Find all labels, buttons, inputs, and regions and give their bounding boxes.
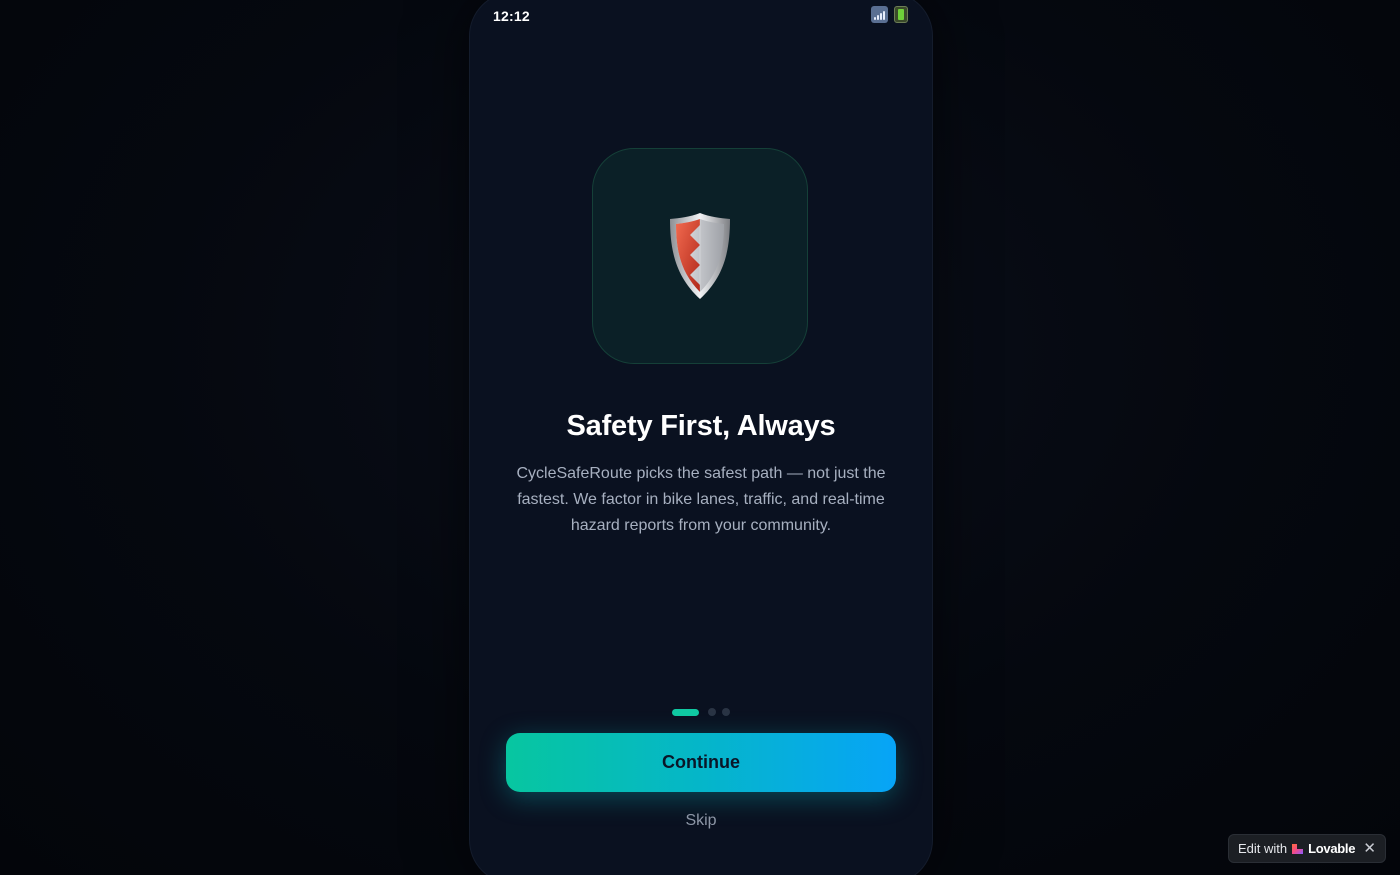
lovable-brand: Lovable (1308, 841, 1356, 856)
page-dot[interactable] (708, 708, 716, 716)
battery-icon (894, 6, 908, 23)
lovable-logo-icon (1292, 843, 1304, 854)
status-icons (871, 6, 908, 23)
page-dot[interactable] (722, 708, 730, 716)
close-icon[interactable]: ✕ (1363, 840, 1376, 857)
edit-with-lovable-badge: Edit with Lovable ✕ (1228, 834, 1386, 863)
edit-with-lovable-link[interactable]: Edit with Lovable (1238, 841, 1355, 856)
hero-icon-tile (592, 148, 808, 364)
skip-button[interactable]: Skip (470, 812, 932, 830)
shield-icon (670, 213, 730, 299)
edit-with-label: Edit with (1238, 841, 1288, 856)
phone-frame: 12:12 Safety First, Always CycleSafeRout… (469, 0, 933, 875)
continue-button[interactable]: Continue (506, 733, 896, 792)
signal-icon (871, 6, 888, 23)
app-stage: 12:12 Safety First, Always CycleSafeRout… (0, 0, 1400, 875)
page-indicator (470, 708, 932, 716)
page-dot-active[interactable] (672, 708, 699, 716)
onboarding-title: Safety First, Always (566, 410, 836, 442)
status-time: 12:12 (493, 8, 530, 24)
onboarding-description: CycleSafeRoute picks the safest path — n… (516, 465, 886, 534)
status-bar: 12:12 (470, 1, 932, 31)
